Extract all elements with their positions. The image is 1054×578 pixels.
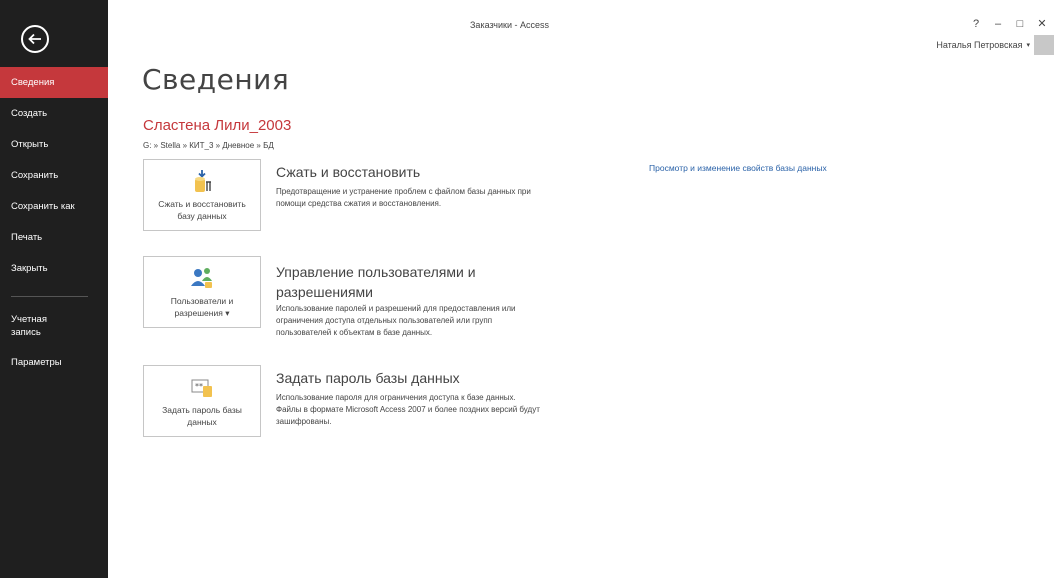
compact-repair-title: Сжать и восстановить [276, 164, 421, 180]
sidebar-nav: Сведения Создать Открыть Сохранить Сохра… [0, 67, 108, 378]
page-title: Сведения [142, 63, 290, 96]
database-path[interactable]: G: » Stella » КИТ_3 » Дневное » БД [143, 141, 274, 150]
sidebar-divider [11, 296, 88, 297]
sidebar-item-new[interactable]: Создать [0, 98, 108, 129]
sidebar-item-info[interactable]: Сведения [0, 67, 108, 98]
window-controls: ? – □ ✕ [970, 18, 1048, 32]
set-password-label: Задать пароль базы данных [162, 405, 242, 427]
close-button[interactable]: ✕ [1036, 18, 1048, 32]
backstage-sidebar: Сведения Создать Открыть Сохранить Сохра… [0, 0, 108, 578]
users-permissions-icon [191, 268, 212, 288]
users-permissions-description: Использование паролей и разрешений для п… [276, 304, 516, 337]
restore-button[interactable]: □ [1014, 18, 1026, 32]
user-account[interactable]: Наталья Петровская ▾ [936, 40, 1030, 50]
set-password-title: Задать пароль базы данных [276, 370, 460, 386]
compact-repair-label: Сжать и восстановить базу данных [158, 199, 246, 221]
sidebar-item-print[interactable]: Печать [0, 222, 108, 253]
window-title: Заказчики - Access [470, 20, 549, 30]
view-properties-link[interactable]: Просмотр и изменение свойств базы данных [649, 163, 827, 173]
sidebar-item-close[interactable]: Закрыть [0, 253, 108, 284]
users-permissions-label: Пользователи и разрешения ▾ [170, 296, 234, 318]
users-permissions-title: Управление пользователями и разрешениями [276, 264, 476, 300]
users-permissions-button[interactable]: Пользователи и разрешения ▾ [143, 256, 261, 328]
sidebar-item-account[interactable]: Учетная запись [0, 309, 108, 347]
user-name: Наталья Петровская [936, 40, 1023, 50]
compact-repair-icon [195, 170, 211, 192]
avatar[interactable] [1034, 35, 1054, 55]
minimize-button[interactable]: – [992, 18, 1004, 32]
sidebar-item-save[interactable]: Сохранить [0, 160, 108, 191]
compact-repair-button[interactable]: Сжать и восстановить базу данных [143, 159, 261, 231]
chevron-down-icon: ▾ [1026, 42, 1030, 49]
password-icon: ** [191, 379, 212, 397]
compact-repair-description: Предотвращение и устранение проблем с фа… [276, 187, 531, 208]
sidebar-item-open[interactable]: Открыть [0, 129, 108, 160]
database-name: Сластена Лили_2003 [143, 117, 292, 134]
set-password-description: Использование пароля для ограничения дос… [276, 393, 540, 426]
set-password-button[interactable]: ** Задать пароль базы данных [143, 365, 261, 437]
help-button[interactable]: ? [970, 18, 982, 32]
sidebar-item-options[interactable]: Параметры [0, 347, 108, 378]
sidebar-item-save-as[interactable]: Сохранить как [0, 191, 108, 222]
back-arrow-icon[interactable] [21, 25, 49, 53]
svg-text:**: ** [195, 382, 203, 391]
